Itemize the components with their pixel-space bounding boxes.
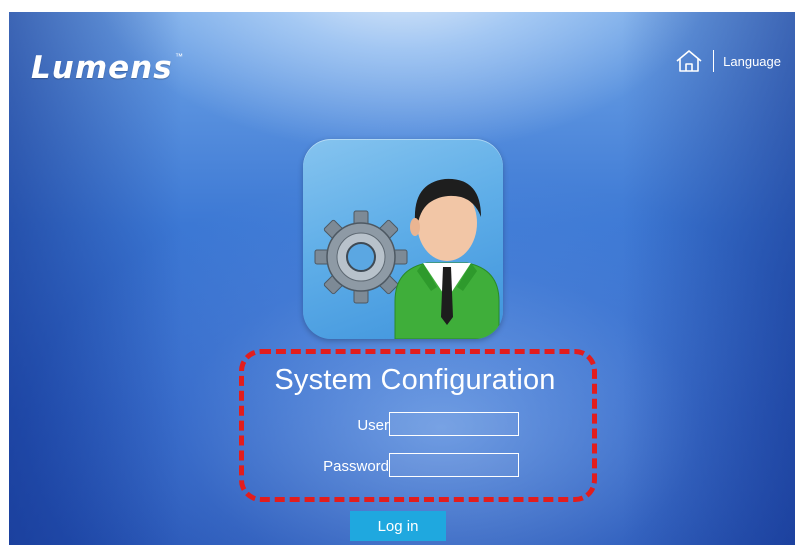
page-title: System Configuration bbox=[274, 364, 556, 396]
user-row: User bbox=[269, 412, 569, 440]
login-screen: Lumens ™ Language System Configuration U… bbox=[9, 12, 795, 545]
user-label: User bbox=[357, 417, 389, 434]
password-label: Password bbox=[323, 458, 389, 475]
login-button[interactable]: Log in bbox=[350, 511, 446, 541]
admin-settings-icon bbox=[303, 139, 503, 339]
user-input[interactable] bbox=[389, 412, 519, 436]
top-navigation: Language bbox=[675, 48, 781, 74]
home-icon[interactable] bbox=[675, 49, 703, 73]
lumens-logo: Lumens bbox=[31, 50, 173, 86]
trademark-mark: ™ bbox=[175, 52, 183, 61]
password-input[interactable] bbox=[389, 453, 519, 477]
nav-divider bbox=[713, 50, 715, 72]
password-row: Password bbox=[269, 453, 569, 481]
language-link[interactable]: Language bbox=[723, 54, 781, 69]
